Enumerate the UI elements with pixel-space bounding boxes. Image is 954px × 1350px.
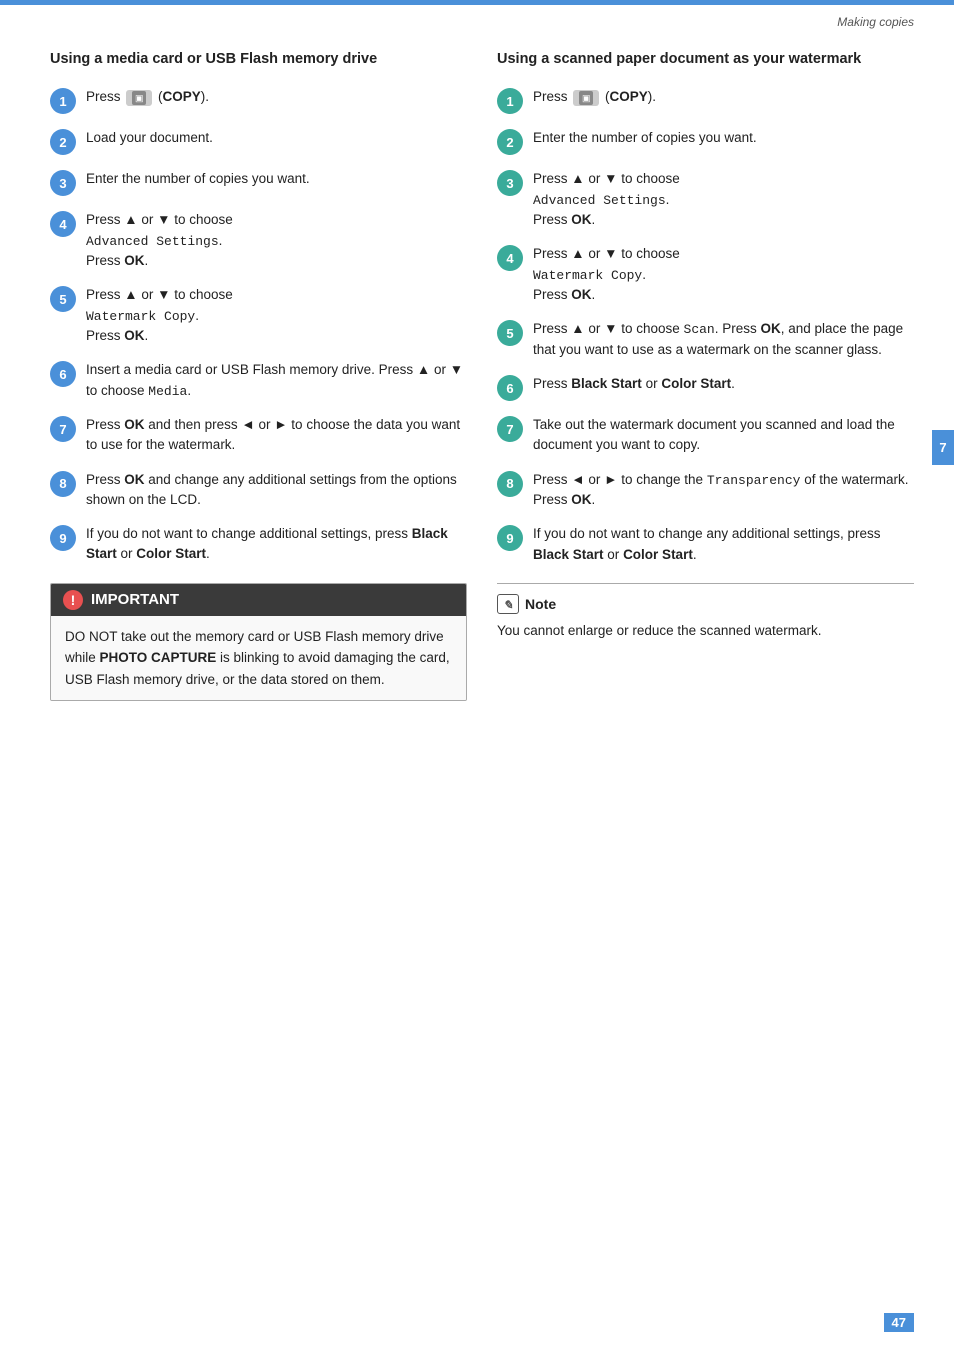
step-badge-2: 2 xyxy=(50,129,76,155)
list-item: 9 If you do not want to change any addit… xyxy=(497,524,914,565)
step-text-8: Press OK and change any additional setti… xyxy=(86,470,467,511)
important-header: ! IMPORTANT xyxy=(51,584,466,616)
step-badge-r3: 3 xyxy=(497,170,523,196)
step-text-9: If you do not want to change additional … xyxy=(86,524,467,565)
step-text-2: Load your document. xyxy=(86,128,213,148)
list-item: 6 Insert a media card or USB Flash memor… xyxy=(50,360,467,401)
list-item: 2 Enter the number of copies you want. xyxy=(497,128,914,155)
list-item: 1 Press ▣ (COPY). xyxy=(497,87,914,114)
list-item: 8 Press OK and change any additional set… xyxy=(50,470,467,511)
list-item: 9 If you do not want to change additiona… xyxy=(50,524,467,565)
important-icon: ! xyxy=(63,590,83,610)
step-text-r3: Press ▲ or ▼ to choose Advanced Settings… xyxy=(533,169,680,230)
mono-watermark-copy: Watermark Copy xyxy=(86,309,195,324)
copy-btn-inner-icon-r: ▣ xyxy=(579,91,593,105)
step-text-7: Press OK and then press ◄ or ► to choose… xyxy=(86,415,467,456)
copy-label: COPY xyxy=(163,89,201,104)
list-item: 7 Take out the watermark document you sc… xyxy=(497,415,914,456)
copy-btn-inner-icon: ▣ xyxy=(132,91,146,105)
list-item: 7 Press OK and then press ◄ or ► to choo… xyxy=(50,415,467,456)
step-text-4: Press ▲ or ▼ to choose Advanced Settings… xyxy=(86,210,233,271)
step-text-1: Press ▣ (COPY). xyxy=(86,87,209,107)
page-header: Making copies xyxy=(0,5,954,29)
step-text-r1: Press ▣ (COPY). xyxy=(533,87,656,107)
step-badge-7: 7 xyxy=(50,416,76,442)
right-section-title: Using a scanned paper document as your w… xyxy=(497,49,914,69)
note-label: Note xyxy=(525,596,556,612)
important-body: DO NOT take out the memory card or USB F… xyxy=(51,616,466,701)
mono-watermark-copy-r: Watermark Copy xyxy=(533,268,642,283)
copy-label-r: COPY xyxy=(610,89,648,104)
step-badge-4: 4 xyxy=(50,211,76,237)
step-text-3: Enter the number of copies you want. xyxy=(86,169,310,189)
step-badge-5: 5 xyxy=(50,286,76,312)
list-item: 6 Press Black Start or Color Start. xyxy=(497,374,914,401)
note-body: You cannot enlarge or reduce the scanned… xyxy=(497,620,914,642)
list-item: 8 Press ◄ or ► to change the Transparenc… xyxy=(497,470,914,511)
step-text-5: Press ▲ or ▼ to choose Watermark Copy. P… xyxy=(86,285,233,346)
step-badge-r4: 4 xyxy=(497,245,523,271)
list-item: 4 Press ▲ or ▼ to choose Advanced Settin… xyxy=(50,210,467,271)
mono-scan: Scan xyxy=(684,322,715,337)
copy-button-icon: ▣ xyxy=(126,90,152,106)
step-badge-r8: 8 xyxy=(497,471,523,497)
page-number: 47 xyxy=(884,1313,914,1332)
step-badge-6: 6 xyxy=(50,361,76,387)
step-badge-r7: 7 xyxy=(497,416,523,442)
note-box: Note You cannot enlarge or reduce the sc… xyxy=(497,583,914,642)
step-badge-r6: 6 xyxy=(497,375,523,401)
mono-advanced-settings: Advanced Settings xyxy=(86,234,219,249)
step-text-r5: Press ▲ or ▼ to choose Scan. Press OK, a… xyxy=(533,319,914,360)
step-text-6: Insert a media card or USB Flash memory … xyxy=(86,360,467,401)
list-item: 5 Press ▲ or ▼ to choose Scan. Press OK,… xyxy=(497,319,914,360)
page-tab-number: 7 xyxy=(932,430,954,465)
left-section-title: Using a media card or USB Flash memory d… xyxy=(50,49,467,69)
left-section: Using a media card or USB Flash memory d… xyxy=(50,49,467,701)
right-section: Using a scanned paper document as your w… xyxy=(497,49,914,701)
list-item: 1 Press ▣ (COPY). xyxy=(50,87,467,114)
step-badge-r1: 1 xyxy=(497,88,523,114)
step-text-r9: If you do not want to change any additio… xyxy=(533,524,914,565)
step-badge-9: 9 xyxy=(50,525,76,551)
mono-transparency: Transparency xyxy=(707,473,801,488)
mono-adv-settings-r: Advanced Settings xyxy=(533,193,666,208)
copy-button-icon-r: ▣ xyxy=(573,90,599,106)
step-text-r8: Press ◄ or ► to change the Transparency … xyxy=(533,470,914,511)
note-header: Note xyxy=(497,594,914,614)
mono-media: Media xyxy=(148,384,187,399)
important-title: IMPORTANT xyxy=(91,591,179,608)
step-badge-1: 1 xyxy=(50,88,76,114)
step-badge-3: 3 xyxy=(50,170,76,196)
header-text: Making copies xyxy=(837,15,914,29)
list-item: 4 Press ▲ or ▼ to choose Watermark Copy.… xyxy=(497,244,914,305)
list-item: 2 Load your document. xyxy=(50,128,467,155)
step-text-r4: Press ▲ or ▼ to choose Watermark Copy. P… xyxy=(533,244,680,305)
important-box: ! IMPORTANT DO NOT take out the memory c… xyxy=(50,583,467,702)
ok-label: OK xyxy=(124,253,144,268)
ok-label-5: OK xyxy=(124,328,144,343)
step-text-r6: Press Black Start or Color Start. xyxy=(533,374,735,394)
step-text-r7: Take out the watermark document you scan… xyxy=(533,415,914,456)
list-item: 5 Press ▲ or ▼ to choose Watermark Copy.… xyxy=(50,285,467,346)
step-badge-r5: 5 xyxy=(497,320,523,346)
note-icon xyxy=(497,594,519,614)
step-badge-8: 8 xyxy=(50,471,76,497)
step-badge-r2: 2 xyxy=(497,129,523,155)
list-item: 3 Press ▲ or ▼ to choose Advanced Settin… xyxy=(497,169,914,230)
step-text-r2: Enter the number of copies you want. xyxy=(533,128,757,148)
step-badge-r9: 9 xyxy=(497,525,523,551)
list-item: 3 Enter the number of copies you want. xyxy=(50,169,467,196)
right-step-list: 1 Press ▣ (COPY). 2 Enter the number of … xyxy=(497,87,914,565)
left-step-list: 1 Press ▣ (COPY). 2 Load your document. … xyxy=(50,87,467,564)
page-footer: 47 xyxy=(884,1315,914,1330)
